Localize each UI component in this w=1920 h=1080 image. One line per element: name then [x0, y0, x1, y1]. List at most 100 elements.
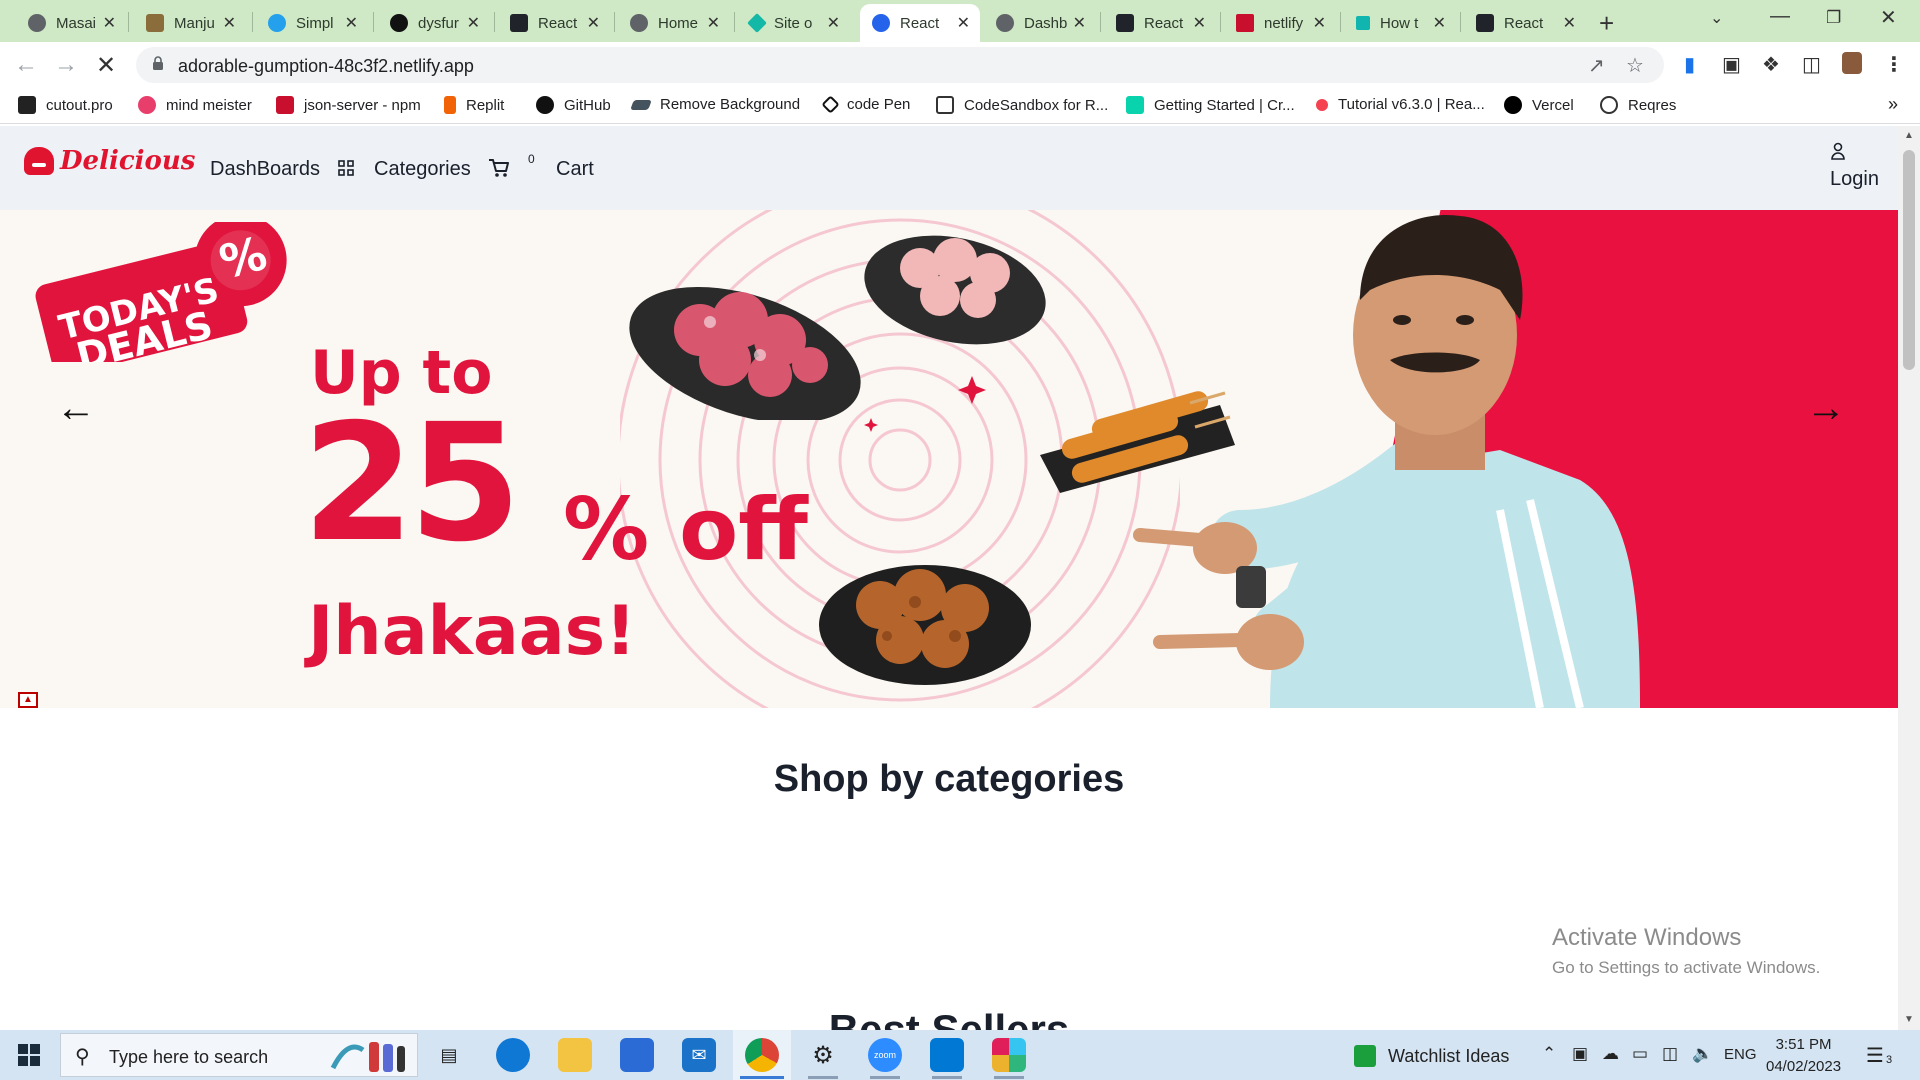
tab-close-icon[interactable]: ✕: [1313, 13, 1326, 33]
bookmark-json-server[interactable]: json-server - npm: [276, 96, 421, 114]
task-view-icon[interactable]: ▤: [432, 1038, 466, 1072]
share-icon[interactable]: ↗: [1588, 53, 1605, 78]
carousel-next-arrow[interactable]: →: [1806, 386, 1846, 431]
scroll-up-icon[interactable]: ▲: [1904, 130, 1914, 141]
puzzle-icon[interactable]: ❖: [1762, 52, 1780, 77]
minimize-icon[interactable]: —: [1770, 5, 1790, 28]
tab-close-icon[interactable]: ✕: [587, 13, 600, 33]
more-bookmarks-icon[interactable]: »: [1888, 94, 1898, 115]
nav-cart[interactable]: Cart: [556, 158, 594, 181]
browser-tab[interactable]: How t ✕: [1344, 6, 1456, 40]
bookmark-reqres[interactable]: Reqres: [1600, 96, 1676, 114]
url-text[interactable]: adorable-gumption-48c3f2.netlify.app: [178, 56, 474, 77]
back-icon[interactable]: ←: [14, 51, 38, 79]
tab-strip: Masai ✕ Manju ✕ Simpl ✕ dysfur ✕ React ✕…: [0, 0, 1920, 42]
tab-close-icon[interactable]: ✕: [957, 13, 970, 33]
scroll-down-icon[interactable]: ▼: [1904, 1014, 1914, 1025]
browser-tab[interactable]: dysfur ✕: [378, 6, 490, 40]
tab-close-icon[interactable]: ✕: [827, 13, 840, 33]
notification-count-badge: 3: [1886, 1054, 1893, 1066]
tab-close-icon[interactable]: ✕: [103, 13, 116, 33]
notification-center-icon[interactable]: ☰: [1866, 1043, 1884, 1068]
bookmark-codesandbox[interactable]: CodeSandbox for R...: [936, 96, 1108, 114]
system-clock[interactable]: 3:51 PM 04/02/2023: [1766, 1034, 1841, 1078]
forward-icon[interactable]: →: [54, 51, 78, 79]
browser-tab-active[interactable]: React ✕: [860, 4, 980, 42]
cart-icon[interactable]: [488, 158, 510, 178]
browser-tab[interactable]: Manju ✕: [134, 6, 246, 40]
mail-icon[interactable]: ✉: [682, 1038, 716, 1072]
menu-icon[interactable]: ⋮: [1884, 52, 1904, 77]
tab-close-icon[interactable]: ✕: [707, 13, 720, 33]
site-logo[interactable]: Delicious: [24, 146, 195, 176]
chrome-icon[interactable]: [745, 1038, 779, 1072]
page-scrollbar[interactable]: ▲ ▼: [1898, 126, 1920, 1030]
battery-icon[interactable]: ▭: [1632, 1044, 1648, 1064]
stop-loading-icon[interactable]: ✕: [96, 51, 116, 80]
tab-close-icon[interactable]: ✕: [223, 13, 236, 33]
onedrive-icon[interactable]: ☁: [1602, 1044, 1619, 1064]
bookmarks-bar: cutout.pro mind meister json-server - np…: [0, 88, 1920, 124]
address-bar[interactable]: adorable-gumption-48c3f2.netlify.app ↗ ☆: [136, 47, 1664, 83]
meet-now-icon[interactable]: ▣: [1572, 1044, 1588, 1064]
settings-icon[interactable]: ⚙: [806, 1038, 840, 1072]
browser-tab[interactable]: React ✕: [1464, 6, 1586, 40]
zoom-icon[interactable]: zoom: [868, 1038, 902, 1072]
picture-in-picture-icon[interactable]: ▣: [1722, 52, 1741, 77]
ad-choices-icon[interactable]: ▲: [18, 692, 38, 708]
bookmark-react-router[interactable]: Tutorial v6.3.0 | Rea...: [1316, 96, 1485, 113]
bookmark-mind-meister[interactable]: mind meister: [138, 96, 252, 114]
new-tab-button[interactable]: +: [1599, 8, 1614, 39]
file-explorer-icon[interactable]: [558, 1038, 592, 1072]
microsoft-store-icon[interactable]: [620, 1038, 654, 1072]
profile-avatar[interactable]: [1842, 52, 1862, 74]
tab-close-icon[interactable]: ✕: [1563, 13, 1576, 33]
carousel-prev-arrow[interactable]: ←: [56, 386, 96, 431]
browser-tab[interactable]: Site o ✕: [738, 6, 850, 40]
browser-tab[interactable]: React ✕: [1104, 6, 1216, 40]
bookmark-codepen[interactable]: code Pen: [821, 95, 910, 114]
nav-categories[interactable]: Categories: [374, 158, 471, 181]
nav-dashboards[interactable]: DashBoards: [210, 158, 320, 181]
replit-icon: [444, 96, 456, 114]
bookmark-cutout-pro[interactable]: cutout.pro: [18, 96, 113, 114]
watchlist-widget[interactable]: Watchlist Ideas: [1354, 1045, 1509, 1067]
edge-icon[interactable]: [496, 1038, 530, 1072]
tab-close-icon[interactable]: ✕: [1193, 13, 1206, 33]
restore-icon[interactable]: ❐: [1826, 8, 1841, 28]
todays-deals-badge: TODAY'S DEALS %: [35, 222, 287, 362]
vscode-icon[interactable]: [930, 1038, 964, 1072]
slack-icon[interactable]: [992, 1038, 1026, 1072]
bookmark-star-icon[interactable]: ☆: [1626, 53, 1644, 78]
user-icon[interactable]: [1830, 142, 1846, 160]
show-hidden-icons-icon[interactable]: ⌃: [1542, 1044, 1556, 1064]
extension-icon[interactable]: ▮: [1684, 52, 1695, 77]
network-icon[interactable]: ◫: [1662, 1044, 1678, 1064]
tab-close-icon[interactable]: ✕: [467, 13, 480, 33]
bookmark-github[interactable]: GitHub: [536, 96, 611, 114]
browser-tab[interactable]: Dashb ✕: [984, 6, 1096, 40]
volume-icon[interactable]: 🔈: [1692, 1044, 1713, 1064]
close-window-icon[interactable]: ✕: [1880, 5, 1897, 30]
taskbar-search-box[interactable]: ⚲ Type here to search: [60, 1033, 418, 1077]
browser-tab[interactable]: Masai ✕: [16, 6, 126, 40]
browser-tab[interactable]: React ✕: [498, 6, 610, 40]
nav-login[interactable]: Login: [1830, 168, 1879, 191]
windows-start-icon[interactable]: [18, 1044, 40, 1066]
bookmark-replit[interactable]: Replit: [444, 96, 504, 114]
side-panel-icon[interactable]: ◫: [1802, 52, 1821, 77]
scroll-thumb[interactable]: [1903, 150, 1915, 370]
tab-title: Manju: [174, 14, 215, 32]
tab-close-icon[interactable]: ✕: [345, 13, 358, 33]
tab-close-icon[interactable]: ✕: [1073, 13, 1086, 33]
bookmark-getting-started[interactable]: Getting Started | Cr...: [1126, 96, 1295, 114]
bookmark-remove-background[interactable]: Remove Background: [630, 96, 800, 113]
lock-icon[interactable]: [152, 56, 164, 70]
language-indicator[interactable]: ENG: [1724, 1046, 1757, 1063]
tab-search-icon[interactable]: ⌄: [1710, 8, 1723, 28]
browser-tab[interactable]: Simpl ✕: [256, 6, 368, 40]
browser-tab[interactable]: netlify ✕: [1224, 6, 1336, 40]
bookmark-vercel[interactable]: Vercel: [1504, 96, 1574, 114]
tab-close-icon[interactable]: ✕: [1433, 13, 1446, 33]
browser-tab[interactable]: Home ✕: [618, 6, 730, 40]
